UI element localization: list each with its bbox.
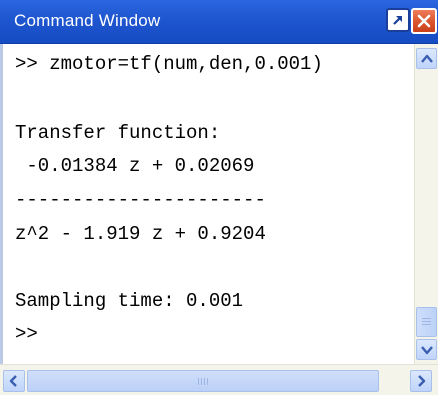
triangle-down-icon — [421, 346, 433, 355]
numerator-line: -0.01384 z + 0.02069 — [15, 155, 255, 177]
close-button[interactable] — [411, 8, 437, 34]
grip-line — [207, 378, 208, 385]
scroll-left-button[interactable] — [3, 370, 25, 392]
scroll-right-button[interactable] — [410, 370, 432, 392]
window-title: Command Window — [14, 11, 161, 30]
vertical-scrollbar[interactable] — [414, 44, 438, 364]
close-x-icon — [417, 14, 431, 28]
output-heading: Transfer function: — [15, 122, 221, 144]
grip-line — [198, 378, 199, 385]
scroll-down-button[interactable] — [416, 339, 437, 360]
triangle-up-icon — [421, 54, 433, 63]
undock-button[interactable] — [386, 8, 410, 32]
undock-arrow-icon — [393, 16, 402, 25]
grip-line — [204, 378, 205, 385]
grip-line — [422, 321, 431, 322]
fraction-bar-line: ---------------------- — [15, 189, 266, 211]
grip-line — [422, 324, 431, 325]
command-window: Command Window >> zmotor=tf(num,den,0.00… — [0, 0, 438, 395]
denominator-line: z^2 - 1.919 z + 0.9204 — [15, 223, 266, 245]
horizontal-scrollbar[interactable] — [0, 364, 438, 395]
prompt-line: >> — [15, 323, 38, 345]
triangle-right-icon — [418, 375, 426, 387]
grip-line — [201, 378, 202, 385]
title-bar[interactable]: Command Window — [0, 0, 438, 44]
triangle-left-icon — [9, 375, 17, 387]
grip-line — [422, 318, 431, 319]
vertical-scroll-thumb[interactable] — [416, 307, 437, 337]
command-prompt-line: >> zmotor=tf(num,den,0.001) — [15, 53, 323, 75]
horizontal-scroll-thumb[interactable] — [27, 370, 379, 392]
console-output[interactable]: >> zmotor=tf(num,den,0.001) Transfer fun… — [0, 44, 414, 364]
sampling-time-line: Sampling time: 0.001 — [15, 290, 244, 312]
scroll-up-button[interactable] — [416, 48, 437, 69]
